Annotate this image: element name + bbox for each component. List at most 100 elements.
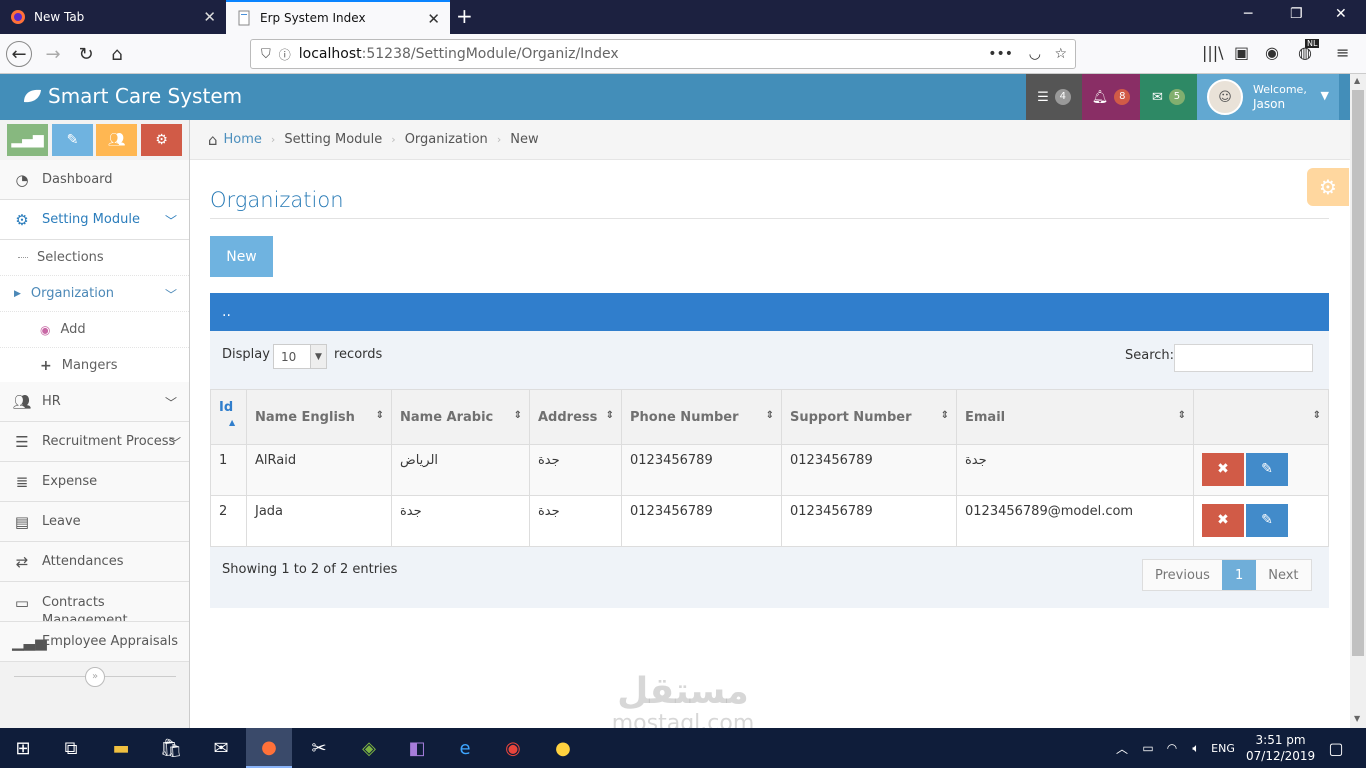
info-icon[interactable]: ⓘ <box>279 46 291 63</box>
window-close-icon[interactable]: ✕ <box>1335 6 1347 22</box>
browser-tab-bar: New Tab ✕ Erp System Index ✕ + ─ ❐ ✕ <box>0 0 1366 34</box>
sidebar-item-selections[interactable]: Selections <box>0 240 189 276</box>
column-header-support[interactable]: Support Number ⇕ <box>781 389 957 445</box>
chrome-icon[interactable]: ◉ <box>490 728 536 768</box>
column-header-id[interactable]: Id ▲ <box>210 389 247 445</box>
pocket-icon[interactable]: ◡ <box>1029 46 1041 62</box>
list-alt-icon: ▤ <box>14 512 30 531</box>
clock[interactable]: 3:51 pm 07/12/2019 <box>1246 732 1315 764</box>
sidebar-item-label: Dashboard <box>42 172 113 187</box>
edit-button[interactable]: ✎ <box>1246 504 1288 537</box>
records-label: records <box>334 347 383 362</box>
next-button[interactable]: Next <box>1256 560 1311 590</box>
records-per-page-select[interactable]: 10 ▼ <box>273 344 327 369</box>
tab-erp-system[interactable]: Erp System Index ✕ <box>226 0 450 34</box>
edit-button[interactable]: ✎ <box>1246 453 1288 486</box>
firefox-taskbar-icon[interactable]: ● <box>246 728 292 768</box>
sidebar-item-attendances[interactable]: ⇄ Attendances <box>0 542 189 582</box>
sidebar-item-label: Selections <box>37 250 104 265</box>
shortcut-pencil-button[interactable]: ✎ <box>52 124 93 156</box>
shortcut-signal-button[interactable]: ▂▄▆ <box>7 124 48 156</box>
scrollbar-thumb[interactable] <box>1352 90 1364 656</box>
scroll-down-icon[interactable]: ▼ <box>1354 714 1360 723</box>
tasks-icon: ☰ <box>1037 89 1049 105</box>
delete-button[interactable]: ✖ <box>1202 504 1244 537</box>
sidebar-item-organization[interactable]: ▶ Organization ﹀ <box>0 276 189 312</box>
breadcrumb-organization[interactable]: Organization <box>405 132 488 147</box>
new-tab-plus-icon[interactable]: + <box>456 4 473 28</box>
more-actions-icon[interactable]: ••• <box>988 46 1013 62</box>
close-tab-icon[interactable]: ✕ <box>427 10 440 28</box>
url-bar[interactable]: ⛉ ⓘ localhost:51238/SettingModule/Organi… <box>250 39 1076 69</box>
cell-actions: ✖ ✎ <box>1193 444 1329 496</box>
restore-icon[interactable]: ❐ <box>1290 6 1303 22</box>
display-label: Display <box>222 347 270 362</box>
android-studio-icon[interactable]: ◈ <box>346 728 392 768</box>
users-icon: 👥︎ <box>12 392 32 411</box>
back-icon[interactable]: ← <box>6 41 32 67</box>
sidebar-collapse-icon[interactable]: » <box>85 667 105 687</box>
page-scrollbar[interactable]: ▲ ▼ <box>1350 74 1366 728</box>
brand[interactable]: Smart Care System <box>22 84 242 108</box>
windows-start-icon[interactable]: ⊞ <box>0 728 46 768</box>
sidebar-item-appraisals[interactable]: ▁▃▅ Employee Appraisals <box>0 622 189 662</box>
account-icon[interactable]: ◉ <box>1265 43 1279 62</box>
sort-icon: ⇕ <box>1312 410 1321 421</box>
mail-icon[interactable]: ✉ <box>198 728 244 768</box>
language-indicator[interactable]: ENG <box>1206 728 1240 768</box>
library-icon[interactable]: |||\ <box>1202 43 1224 62</box>
sidebar-item-add[interactable]: ◉ Add <box>0 312 189 348</box>
sidebar-item-contracts[interactable]: ▭ Contracts Management <box>0 582 189 622</box>
user-menu[interactable]: ☺ Welcome, Jason ▼ <box>1197 74 1339 120</box>
task-view-icon[interactable]: ⧉ <box>48 728 94 768</box>
delete-button[interactable]: ✖ <box>1202 453 1244 486</box>
close-tab-icon[interactable]: ✕ <box>203 8 216 26</box>
notifications-button[interactable]: 🔔︎ 8 <box>1082 74 1140 120</box>
visual-studio-icon[interactable]: ◧ <box>394 728 440 768</box>
forward-icon[interactable]: → <box>40 41 66 67</box>
sidebar-item-dashboard[interactable]: ◔ Dashboard <box>0 160 189 200</box>
sidebar-item-expense[interactable]: ≣ Expense <box>0 462 189 502</box>
sidebar-item-recruitment[interactable]: ☰ Recruitment Process ﹀ <box>0 422 189 462</box>
sidebar-item-mangers[interactable]: + Mangers <box>0 348 189 384</box>
column-header-actions[interactable]: ⇕ <box>1193 389 1329 445</box>
shortcut-users-button[interactable]: 👥︎ <box>96 124 137 156</box>
breadcrumb-setting-module[interactable]: Setting Module <box>284 132 382 147</box>
column-header-address[interactable]: Address ⇕ <box>529 389 622 445</box>
tools-icon[interactable]: ✂ <box>296 728 342 768</box>
previous-button[interactable]: Previous <box>1143 560 1222 590</box>
home-icon[interactable]: ⌂ <box>104 41 130 67</box>
search-input[interactable] <box>1174 344 1313 372</box>
tray-chevron-icon[interactable]: ︿ <box>1108 728 1136 768</box>
messages-button[interactable]: ✉ 5 <box>1140 74 1197 120</box>
bookmark-star-icon[interactable]: ☆ <box>1054 46 1067 62</box>
sidebar-toggle-icon[interactable]: ▣ <box>1234 43 1249 62</box>
page-1-button[interactable]: 1 <box>1221 560 1257 590</box>
sidebar-item-leave[interactable]: ▤ Leave <box>0 502 189 542</box>
file-explorer-icon[interactable]: ▬ <box>98 728 144 768</box>
settings-toggle[interactable]: ⚙ <box>1307 168 1349 206</box>
sidebar-item-hr[interactable]: 👥︎ HR ﹀ <box>0 382 189 422</box>
tab-new-tab[interactable]: New Tab ✕ <box>0 0 226 34</box>
column-header-name-english[interactable]: Name English ⇕ <box>246 389 392 445</box>
sidebar-item-setting-module[interactable]: ⚙ Setting Module ﹀ <box>0 200 189 240</box>
scroll-up-icon[interactable]: ▲ <box>1354 76 1360 85</box>
table-caption-bar: .. <box>210 293 1329 331</box>
edge-icon[interactable]: e <box>442 728 488 768</box>
showing-entries: Showing 1 to 2 of 2 entries <box>222 562 398 577</box>
tasks-button[interactable]: ☰ 4 <box>1026 74 1082 120</box>
breadcrumb-home[interactable]: Home <box>224 132 262 147</box>
column-header-email[interactable]: Email ⇕ <box>956 389 1194 445</box>
vpn-icon[interactable]: ● <box>540 728 586 768</box>
column-header-phone[interactable]: Phone Number ⇕ <box>621 389 782 445</box>
shortcut-cogs-button[interactable]: ⚙ <box>141 124 182 156</box>
column-header-name-arabic[interactable]: Name Arabic ⇕ <box>391 389 530 445</box>
minimize-icon[interactable]: ─ <box>1244 6 1252 22</box>
reload-icon[interactable]: ↻ <box>73 41 99 67</box>
store-icon[interactable]: 🛍︎ <box>148 728 194 768</box>
notification-center-icon[interactable]: ▢ <box>1316 728 1356 768</box>
menu-icon[interactable]: ≡ <box>1336 43 1349 62</box>
windows-taskbar: ⊞ ⧉ ▬ 🛍︎ ✉ ● ✂ ◈ ◧ e ◉ ● ︿ ▭ ◠ 🔈︎ ENG 3:… <box>0 728 1366 768</box>
eye-icon: ◉ <box>40 322 51 337</box>
new-button[interactable]: New <box>210 236 273 277</box>
